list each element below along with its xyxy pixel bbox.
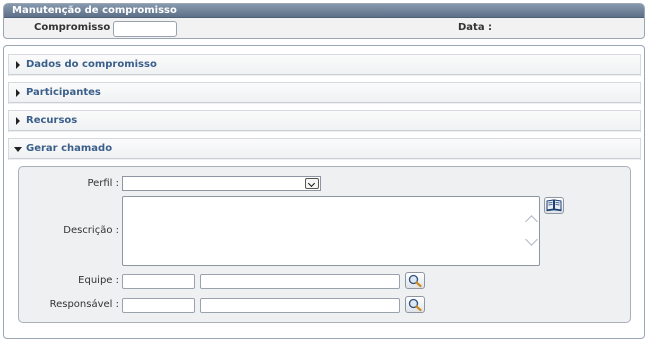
section-gerar-chamado[interactable]: Gerar chamado (8, 138, 641, 160)
section-label: Dados do compromisso (26, 59, 157, 70)
panel-title: Manutenção de compromisso (4, 4, 644, 18)
book-icon (546, 199, 562, 212)
data-label: Data : (458, 22, 493, 33)
descricao-label: Descrição : (63, 225, 119, 236)
responsavel-code-input[interactable] (122, 298, 195, 313)
descricao-textarea[interactable] (122, 196, 540, 266)
main-panel: Dados do compromisso Participantes Recur… (3, 45, 645, 339)
perfil-select[interactable] (122, 176, 321, 191)
book-button[interactable] (544, 197, 564, 214)
section-label: Gerar chamado (26, 143, 113, 154)
section-dados-do-compromisso[interactable]: Dados do compromisso (8, 54, 641, 76)
gerar-chamado-form: Perfil : Descrição : Equipe : Responsáve… (18, 166, 631, 323)
responsavel-search-button[interactable] (405, 296, 425, 313)
expand-arrow-icon (16, 89, 20, 97)
equipe-search-button[interactable] (405, 272, 425, 289)
responsavel-name-input[interactable] (200, 298, 400, 313)
compromisso-label: Compromisso : (34, 22, 118, 33)
expand-arrow-icon (16, 117, 20, 125)
perfil-label: Perfil : (87, 178, 119, 189)
expand-arrow-icon (16, 61, 20, 69)
responsavel-label: Responsável : (49, 299, 119, 310)
section-header (9, 83, 640, 103)
equipe-label: Equipe : (78, 275, 119, 286)
section-header (9, 111, 640, 131)
section-label: Recursos (26, 115, 78, 126)
scroll-up-icon[interactable] (525, 215, 538, 228)
equipe-name-input[interactable] (200, 274, 400, 289)
compromisso-input[interactable] (113, 21, 177, 37)
collapse-arrow-icon (14, 147, 22, 152)
section-participantes[interactable]: Participantes (8, 82, 641, 104)
chevron-down-icon[interactable] (305, 178, 319, 189)
section-recursos[interactable]: Recursos (8, 110, 641, 132)
magnifier-icon (408, 274, 422, 288)
header-panel: Manutenção de compromisso Compromisso : … (3, 3, 645, 39)
magnifier-icon (408, 298, 422, 312)
section-label: Participantes (26, 87, 101, 98)
scroll-down-icon[interactable] (525, 233, 538, 246)
equipe-code-input[interactable] (122, 274, 195, 289)
